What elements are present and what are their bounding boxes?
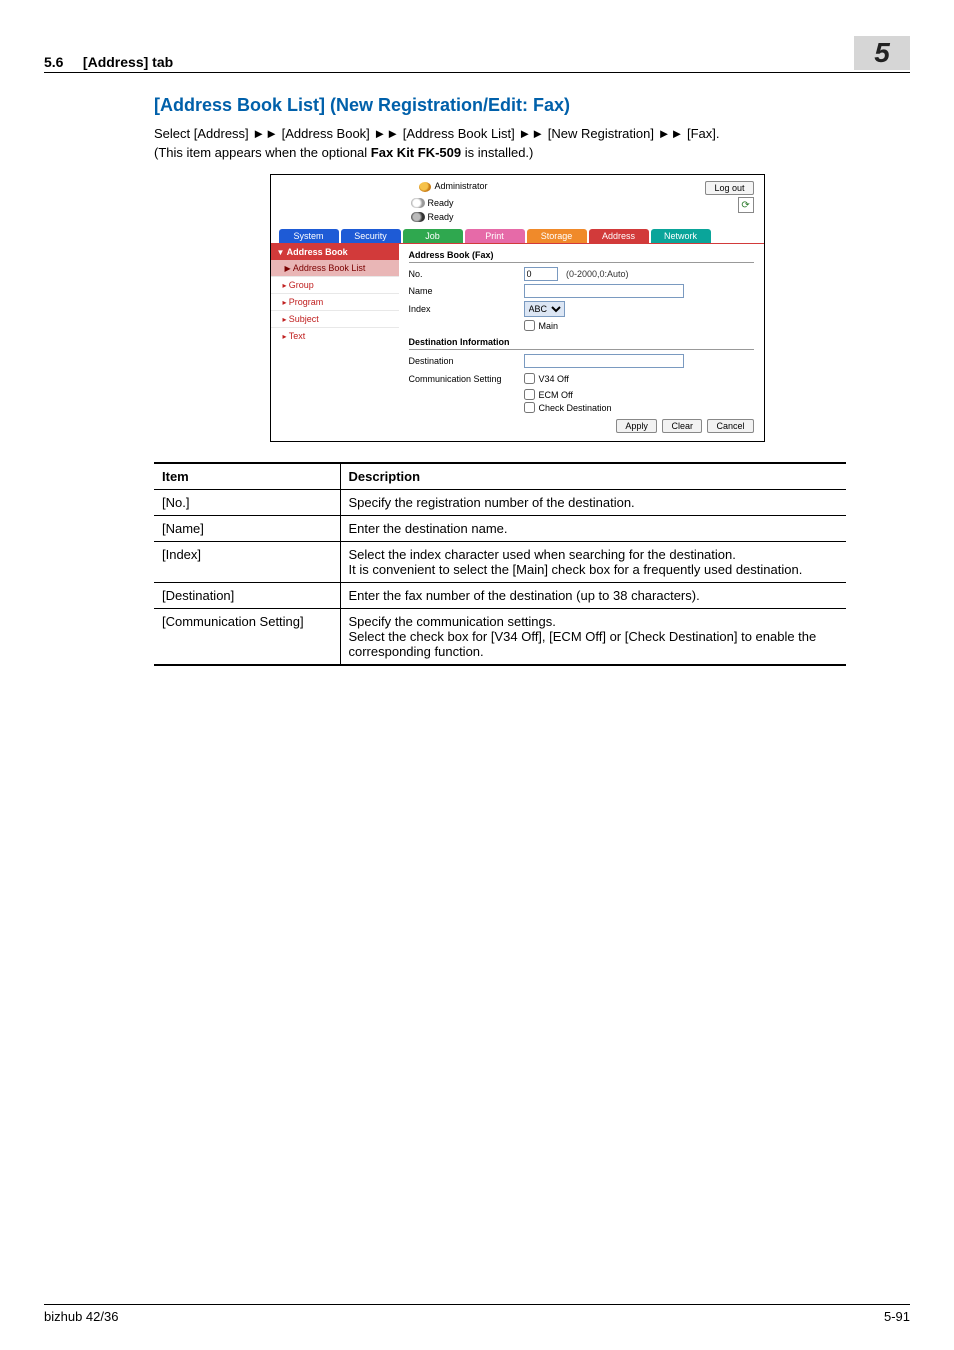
index-label: Index: [409, 304, 524, 314]
ecm-label: ECM Off: [539, 390, 573, 400]
sidebar-item-subject[interactable]: Subject: [271, 310, 399, 327]
cell-item: [Index]: [154, 542, 340, 583]
tab-print[interactable]: Print: [465, 229, 525, 243]
page-footer: bizhub 42/36 5-91: [44, 1304, 910, 1324]
section-heading: [Address Book List] (New Registration/Ed…: [154, 95, 880, 116]
cell-desc: Specify the registration number of the d…: [340, 490, 846, 516]
v34-label: V34 Off: [539, 374, 569, 384]
footer-left: bizhub 42/36: [44, 1309, 118, 1324]
cell-item: [Destination]: [154, 583, 340, 609]
form-area: Address Book (Fax) No. (0-2000,0:Auto) N…: [399, 244, 764, 441]
description-table: Item Description [No.] Specify the regis…: [154, 462, 846, 666]
path-part: [New Registration]: [548, 126, 654, 141]
path-part: [Address Book List]: [403, 126, 515, 141]
note-suffix: is installed.): [461, 145, 533, 160]
note-line: (This item appears when the optional Fax…: [154, 145, 880, 160]
tab-address[interactable]: Address: [589, 229, 649, 243]
clear-button[interactable]: Clear: [662, 419, 702, 433]
index-select[interactable]: ABC: [524, 301, 565, 317]
header-section-num: 5.6: [44, 54, 63, 70]
table-row: [No.] Specify the registration number of…: [154, 490, 846, 516]
col-description: Description: [340, 463, 846, 490]
cell-desc: Specify the communication settings.Selec…: [340, 609, 846, 666]
destination-label: Destination: [409, 356, 524, 366]
sidebar-item-text[interactable]: Text: [271, 327, 399, 344]
chapter-badge: 5: [854, 36, 910, 70]
status-row: Ready: [411, 211, 754, 223]
arrow-icon: ►►: [518, 126, 544, 141]
cell-item: [No.]: [154, 490, 340, 516]
sidebar-head[interactable]: Address Book: [271, 244, 399, 260]
table-row: [Destination] Enter the fax number of th…: [154, 583, 846, 609]
cell-desc: Enter the destination name.: [340, 516, 846, 542]
nav-path: Select [Address] ►► [Address Book] ►► [A…: [154, 126, 880, 141]
apply-button[interactable]: Apply: [616, 419, 657, 433]
embedded-screenshot: Administrator Log out ⟳ Ready Ready Syst…: [270, 174, 765, 442]
sidebar-item-group[interactable]: Group: [271, 276, 399, 293]
tab-system[interactable]: System: [279, 229, 339, 243]
table-row: [Index] Select the index character used …: [154, 542, 846, 583]
admin-label: Administrator: [419, 181, 488, 192]
status-row: Ready: [411, 197, 754, 209]
header-left: 5.6 [Address] tab: [44, 54, 173, 70]
tab-security[interactable]: Security: [341, 229, 401, 243]
page-header: 5.6 [Address] tab 5: [44, 36, 910, 73]
tab-network[interactable]: Network: [651, 229, 711, 243]
no-hint: (0-2000,0:Auto): [566, 269, 629, 279]
ecm-checkbox[interactable]: [524, 389, 535, 400]
dest-heading: Destination Information: [409, 337, 754, 350]
refresh-button[interactable]: ⟳: [738, 197, 754, 213]
admin-icon: [419, 182, 431, 192]
col-item: Item: [154, 463, 340, 490]
footer-right: 5-91: [884, 1309, 910, 1324]
comm-label: Communication Setting: [409, 374, 524, 384]
path-part: [Address Book]: [282, 126, 370, 141]
status-text: Ready: [428, 212, 454, 222]
path-prefix: Select [Address]: [154, 126, 252, 141]
note-prefix: (This item appears when the optional: [154, 145, 371, 160]
arrow-icon: ►►: [373, 126, 399, 141]
arrow-icon: ►►: [252, 126, 278, 141]
destination-input[interactable]: [524, 354, 684, 368]
printer-status-icon: [411, 198, 425, 208]
path-part: [Fax].: [687, 126, 720, 141]
tab-storage[interactable]: Storage: [527, 229, 587, 243]
main-checkbox[interactable]: [524, 320, 535, 331]
cell-desc: Select the index character used when sea…: [340, 542, 846, 583]
cell-desc: Enter the fax number of the destination …: [340, 583, 846, 609]
scanner-status-icon: [411, 212, 425, 222]
name-input[interactable]: [524, 284, 684, 298]
header-section-title: [Address] tab: [83, 54, 173, 70]
tab-bar: System Security Job Print Storage Addres…: [271, 229, 764, 243]
cancel-button[interactable]: Cancel: [707, 419, 753, 433]
no-label: No.: [409, 269, 524, 279]
sidebar-item-address-book-list[interactable]: Address Book List: [271, 260, 399, 276]
cell-item: [Communication Setting]: [154, 609, 340, 666]
tab-job[interactable]: Job: [403, 229, 463, 243]
v34-checkbox[interactable]: [524, 373, 535, 384]
table-row: [Communication Setting] Specify the comm…: [154, 609, 846, 666]
arrow-icon: ►►: [658, 126, 684, 141]
content-section: [Address Book List] (New Registration/Ed…: [154, 95, 880, 666]
logout-button[interactable]: Log out: [705, 181, 753, 195]
checkdest-label: Check Destination: [539, 403, 612, 413]
cell-item: [Name]: [154, 516, 340, 542]
no-input[interactable]: [524, 267, 558, 281]
checkdest-checkbox[interactable]: [524, 402, 535, 413]
table-row: [Name] Enter the destination name.: [154, 516, 846, 542]
admin-text: Administrator: [435, 181, 488, 191]
sidebar: Address Book Address Book List Group Pro…: [271, 244, 399, 441]
sidebar-item-program[interactable]: Program: [271, 293, 399, 310]
note-bold: Fax Kit FK-509: [371, 145, 461, 160]
status-text: Ready: [428, 198, 454, 208]
name-label: Name: [409, 286, 524, 296]
form-title: Address Book (Fax): [409, 250, 754, 263]
main-label: Main: [539, 321, 559, 331]
